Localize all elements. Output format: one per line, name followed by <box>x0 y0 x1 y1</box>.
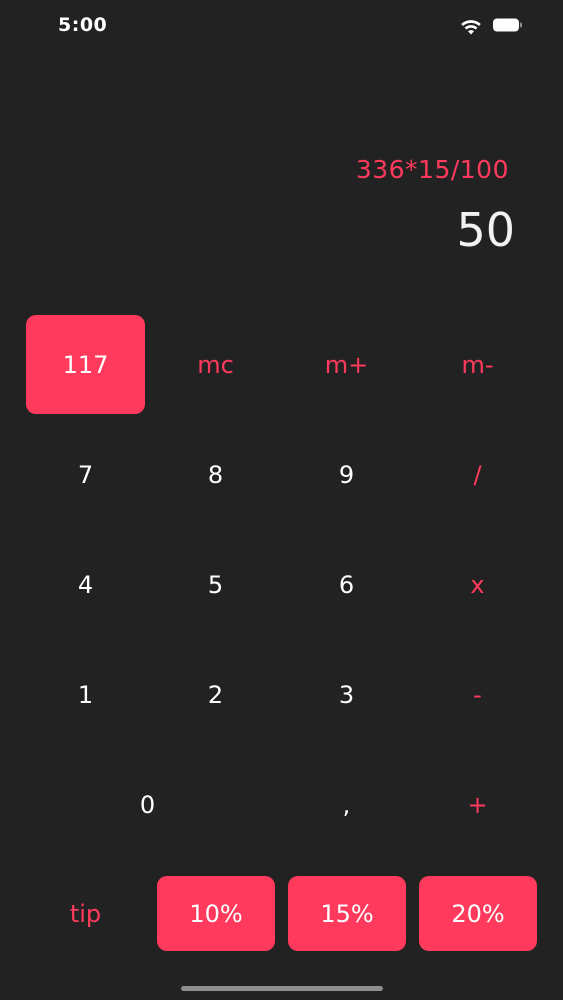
status-bar: 5:00 <box>0 0 563 54</box>
status-time: 5:00 <box>58 14 108 36</box>
digit-0-button[interactable]: 0 <box>26 755 269 854</box>
tip-20-button[interactable]: 20% <box>419 876 537 951</box>
digit-4-button[interactable]: 4 <box>26 535 145 634</box>
digit-3-button[interactable]: 3 <box>287 645 406 744</box>
tip-10-button[interactable]: 10% <box>157 876 275 951</box>
tip-15-button[interactable]: 15% <box>288 876 406 951</box>
memory-clear-button[interactable]: mc <box>156 315 275 414</box>
memory-subtract-button[interactable]: m- <box>418 315 537 414</box>
wifi-icon <box>461 20 481 35</box>
home-indicator[interactable] <box>181 986 383 991</box>
tip-label: tip <box>69 899 102 928</box>
digit-2-button[interactable]: 2 <box>156 645 275 744</box>
digit-8-button[interactable]: 8 <box>156 425 275 524</box>
divide-button[interactable]: / <box>418 425 537 524</box>
expression-display: 336*15/100 <box>355 155 509 184</box>
battery-icon <box>493 18 522 32</box>
add-button[interactable]: + <box>418 755 537 854</box>
comma-button[interactable]: , <box>287 755 406 854</box>
subtract-button[interactable]: - <box>418 645 537 744</box>
multiply-button[interactable]: x <box>418 535 537 634</box>
digit-5-button[interactable]: 5 <box>156 535 275 634</box>
memory-add-button[interactable]: m+ <box>287 315 406 414</box>
memory-value-button[interactable]: 117 <box>26 315 145 414</box>
result-display: 50 <box>456 203 515 257</box>
digit-7-button[interactable]: 7 <box>26 425 145 524</box>
digit-9-button[interactable]: 9 <box>287 425 406 524</box>
digit-1-button[interactable]: 1 <box>26 645 145 744</box>
digit-6-button[interactable]: 6 <box>287 535 406 634</box>
